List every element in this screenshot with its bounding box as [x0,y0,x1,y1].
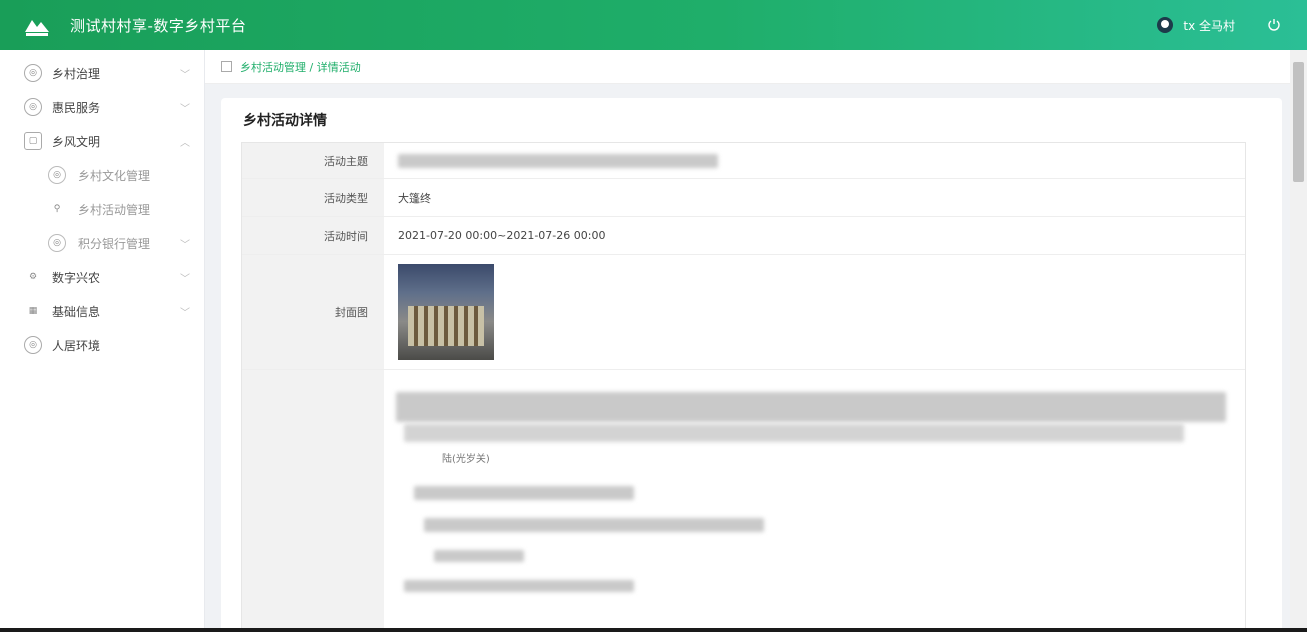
circle-icon: ◎ [24,336,42,354]
square-icon: ▢ [24,132,42,150]
sidebar-item-label: 乡风文明 [52,134,101,149]
top-bar: 测试村村享-数字乡村平台 tx 全马村 [0,0,1307,50]
sidebar-item-label: 数字兴农 [52,270,101,285]
content-fragment: 陆(光岁关) [442,454,490,465]
logo-icon [22,10,52,40]
breadcrumb-text[interactable]: 乡村活动管理 / 详情活动 [240,59,361,75]
detail-content: 陆(光岁关) [384,370,1245,630]
scrollbar-thumb[interactable] [1293,62,1304,182]
home-icon[interactable] [221,61,232,72]
chevron-down-icon: ﹀ [180,239,190,251]
sidebar-item-basic-info[interactable]: ▦ 基础信息 ﹀ [0,294,204,328]
sidebar-item-culture[interactable]: ▢ 乡风文明 ︿ [0,124,204,158]
sidebar-item-label: 人居环境 [52,338,101,353]
detail-label: 活动时间 [242,217,384,254]
detail-row-time: 活动时间 2021-07-20 00:00~2021-07-26 00:00 [242,217,1245,255]
sidebar-item-culture-management[interactable]: ◎ 乡村文化管理 [0,158,204,192]
sidebar-item-label: 乡村活动管理 [78,202,151,217]
circle-icon: ◎ [24,98,42,116]
detail-value: 2021-07-20 00:00~2021-07-26 00:00 [398,229,606,242]
detail-row-subject: 活动主题 [242,143,1245,179]
power-icon[interactable] [1259,10,1289,40]
page-title: 乡村活动详情 [243,113,327,129]
sidebar-item-label: 惠民服务 [52,100,101,115]
sidebar: ◎ 乡村治理 ﹀ ◎ 惠民服务 ﹀ ▢ 乡风文明 ︿ ◎ 乡村文化管理 ⚲ 乡村… [0,50,205,632]
sidebar-item-environment[interactable]: ◎ 人居环境 [0,328,204,362]
chevron-down-icon: ﹀ [180,273,190,285]
detail-row-content: 陆(光岁关) [242,370,1245,630]
avatar[interactable] [1157,17,1174,33]
app-title: 测试村村享-数字乡村平台 [70,16,247,35]
cover-image[interactable] [398,264,494,360]
circle-icon: ◎ [24,64,42,82]
circle-icon: ◎ [48,234,66,252]
redacted-value [398,153,718,168]
breadcrumb: 乡村活动管理 / 详情活动 [205,50,1290,84]
sidebar-item-agriculture[interactable]: ⚙ 数字兴农 ﹀ [0,260,204,294]
scrollbar[interactable] [1290,50,1307,632]
detail-value: 大篷终 [398,191,431,205]
sidebar-item-label: 乡村治理 [52,66,101,81]
sidebar-item-label: 积分银行管理 [78,236,151,251]
detail-row-cover: 封面图 [242,255,1245,370]
detail-card: 乡村活动详情 活动主题 活动类型 大篷终 活动时间 2021-07-20 00:… [221,98,1282,632]
detail-label: 封面图 [242,255,384,369]
detail-label: 活动类型 [242,179,384,216]
user-name[interactable]: tx 全马村 [1183,17,1235,34]
pin-icon: ⚲ [53,204,61,214]
sidebar-item-governance[interactable]: ◎ 乡村治理 ﹀ [0,56,204,90]
building-icon: ▦ [28,306,38,316]
sidebar-item-services[interactable]: ◎ 惠民服务 ﹀ [0,90,204,124]
sidebar-item-activity-management[interactable]: ⚲ 乡村活动管理 [0,192,204,226]
chevron-down-icon: ﹀ [180,69,190,81]
sidebar-item-points-bank[interactable]: ◎ 积分银行管理 ﹀ [0,226,204,260]
main-content: 乡村活动管理 / 详情活动 乡村活动详情 活动主题 活动类型 大篷终 活动时间 … [205,50,1290,632]
sidebar-item-label: 乡村文化管理 [78,168,151,183]
bottom-edge [0,628,1307,632]
chevron-down-icon: ﹀ [180,103,190,115]
detail-label: 活动主题 [242,143,384,178]
chevron-up-icon: ︿ [180,137,190,149]
gear-icon: ⚙ [28,272,38,282]
detail-table: 活动主题 活动类型 大篷终 活动时间 2021-07-20 00:00~2021… [241,142,1246,631]
circle-icon: ◎ [48,166,66,184]
sidebar-item-label: 基础信息 [52,304,101,319]
chevron-down-icon: ﹀ [180,307,190,319]
detail-row-type: 活动类型 大篷终 [242,179,1245,217]
